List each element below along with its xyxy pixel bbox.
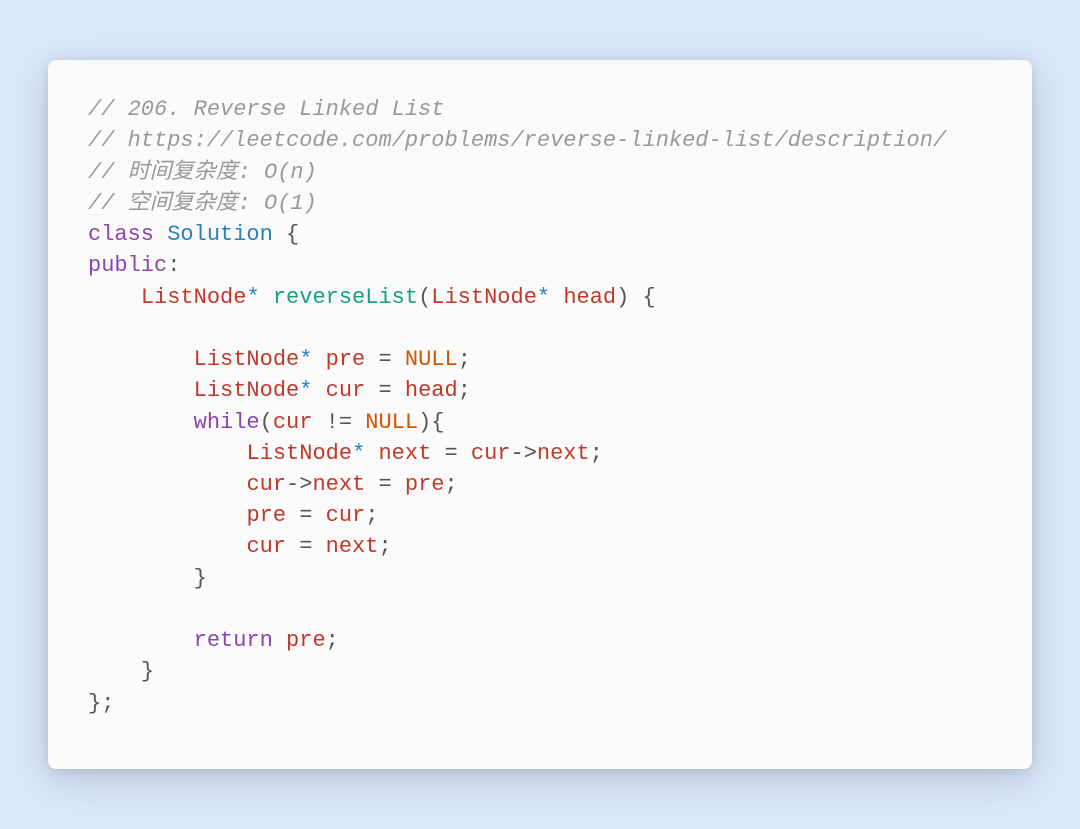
- paren: ): [418, 410, 431, 435]
- null: NULL: [405, 347, 458, 372]
- semi: ;: [458, 347, 471, 372]
- var: pre: [326, 347, 366, 372]
- var: head: [405, 378, 458, 403]
- op: !=: [326, 410, 352, 435]
- member: next: [537, 441, 590, 466]
- star: *: [537, 285, 550, 310]
- code-block: // 206. Reverse Linked List // https://l…: [88, 94, 992, 719]
- semi: ;: [365, 503, 378, 528]
- paren: ): [616, 285, 629, 310]
- op: =: [299, 534, 312, 559]
- type: ListNode: [194, 347, 300, 372]
- semi: ;: [378, 534, 391, 559]
- function-name: reverseList: [273, 285, 418, 310]
- null: NULL: [365, 410, 418, 435]
- semi: ;: [444, 472, 457, 497]
- op: =: [378, 347, 391, 372]
- var: cur: [246, 534, 286, 559]
- comment-line: // 206. Reverse Linked List: [88, 97, 444, 122]
- brace: {: [286, 222, 299, 247]
- paren: (: [418, 285, 431, 310]
- star: *: [299, 378, 312, 403]
- keyword-return: return: [194, 628, 273, 653]
- semi: ;: [101, 691, 114, 716]
- var: next: [378, 441, 431, 466]
- keyword-class: class: [88, 222, 154, 247]
- comment-line: // https://leetcode.com/problems/reverse…: [88, 128, 946, 153]
- var: cur: [246, 472, 286, 497]
- var: cur: [326, 378, 366, 403]
- star: *: [246, 285, 259, 310]
- brace: {: [643, 285, 656, 310]
- brace: }: [88, 691, 101, 716]
- var: cur: [273, 410, 313, 435]
- arrow: ->: [511, 441, 537, 466]
- var: pre: [246, 503, 286, 528]
- arrow: ->: [286, 472, 312, 497]
- semi: ;: [326, 628, 339, 653]
- class-name: Solution: [167, 222, 273, 247]
- op: =: [378, 472, 391, 497]
- paren: (: [260, 410, 273, 435]
- colon: :: [167, 253, 180, 278]
- op: =: [378, 378, 391, 403]
- type: ListNode: [431, 285, 537, 310]
- comment-line: // 时间复杂度: O(n): [88, 160, 317, 185]
- star: *: [299, 347, 312, 372]
- op: =: [444, 441, 457, 466]
- keyword-public: public: [88, 253, 167, 278]
- brace: }: [194, 566, 207, 591]
- brace: {: [431, 410, 444, 435]
- type: ListNode: [141, 285, 247, 310]
- var: cur: [326, 503, 366, 528]
- op: =: [299, 503, 312, 528]
- type: ListNode: [194, 378, 300, 403]
- var: next: [326, 534, 379, 559]
- var: cur: [471, 441, 511, 466]
- comment-line: // 空间复杂度: O(1): [88, 191, 317, 216]
- param: head: [563, 285, 616, 310]
- star: *: [352, 441, 365, 466]
- brace: }: [141, 659, 154, 684]
- code-card: // 206. Reverse Linked List // https://l…: [48, 60, 1032, 769]
- semi: ;: [590, 441, 603, 466]
- member: next: [312, 472, 365, 497]
- var: pre: [286, 628, 326, 653]
- semi: ;: [458, 378, 471, 403]
- type: ListNode: [246, 441, 352, 466]
- var: pre: [405, 472, 445, 497]
- keyword-while: while: [194, 410, 260, 435]
